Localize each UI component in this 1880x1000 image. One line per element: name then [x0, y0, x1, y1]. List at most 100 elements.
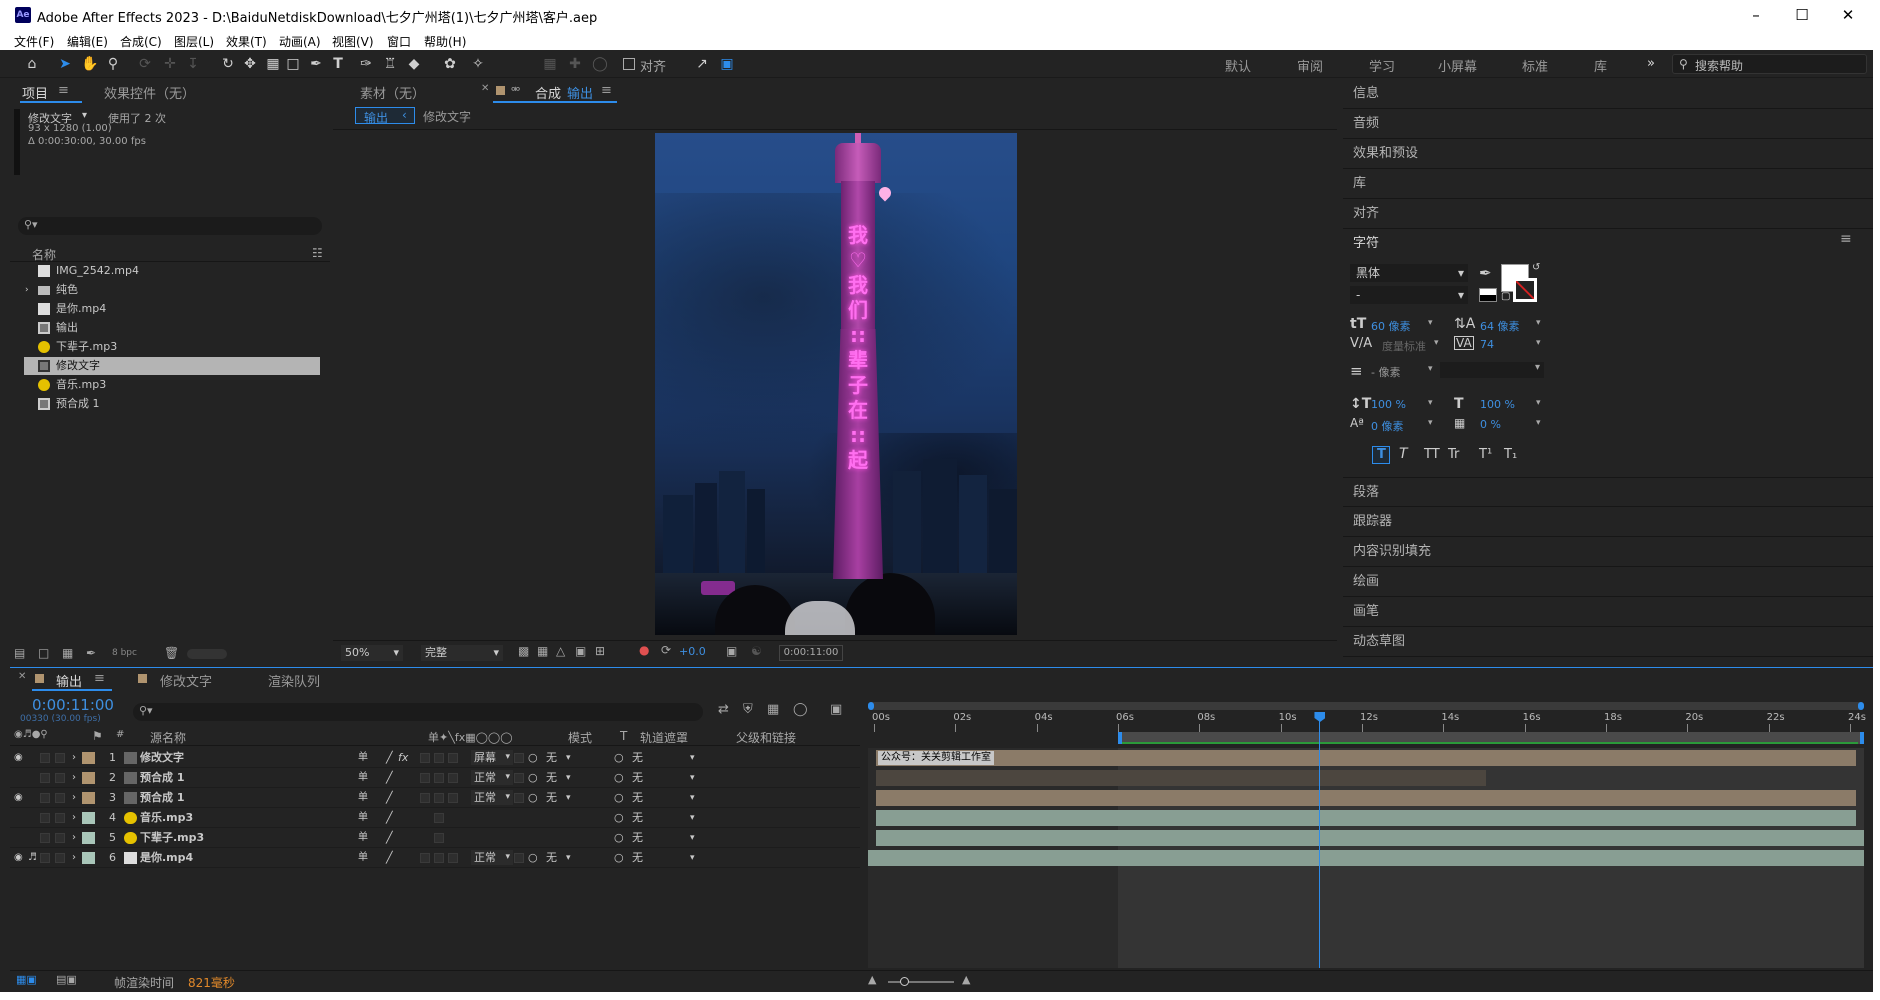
show-snapshot-icon[interactable]: ☯ [751, 644, 762, 658]
motion-blur-switch[interactable] [420, 773, 430, 783]
delete-icon[interactable]: 🗑 [164, 646, 179, 660]
shy-switch-icon[interactable]: 单 [358, 828, 368, 848]
info-dropdown-icon[interactable]: ▾ [82, 110, 87, 121]
transparency-grid-icon[interactable]: ▦ [537, 644, 548, 658]
list-item-selected[interactable]: 修改文字 [24, 357, 320, 375]
dolly-camera-icon[interactable]: ↧ [183, 54, 203, 74]
quality-switch-icon[interactable]: ╱ [386, 768, 393, 788]
track-matte-header[interactable]: 轨道遮罩 [640, 729, 688, 746]
parent-pickwhip-icon[interactable]: ○ [614, 828, 624, 848]
effects-presets-panel-header[interactable]: 效果和预设 [1343, 139, 1873, 169]
bpc-button[interactable]: 8 bpc [112, 648, 137, 658]
layer-row[interactable]: ◉ › 1 修改文字 单 ╱ fx 屏幕 ▾ ○ 无 ▾ ○ 无 ▾ [10, 748, 860, 768]
workspace-review[interactable]: 审阅 [1297, 56, 1323, 75]
solo-toggle[interactable] [40, 833, 50, 843]
layer-row[interactable]: ◉ ♬ › 6 是你.mp4 单 ╱ 正常 ▾ ○ 无 ▾ ○ 无 ▾ [10, 848, 860, 868]
lock-toggle[interactable] [55, 753, 65, 763]
home-icon[interactable]: ⌂ [22, 54, 42, 74]
shy-switch-icon[interactable]: 单 [358, 788, 368, 808]
motion-blur-switch[interactable] [420, 793, 430, 803]
layer-row[interactable]: › 5 下辈子.mp3 单 ╱ ○ 无 ▾ [10, 828, 860, 848]
layer-bar-5[interactable] [876, 830, 1864, 846]
preserve-transparency-toggle[interactable] [514, 853, 524, 863]
chevron-down-icon[interactable]: ▾ [1428, 364, 1433, 374]
snap-target-icon[interactable]: ▣ [717, 54, 737, 74]
horizontal-scale-value[interactable]: 100 % [1480, 398, 1515, 411]
faux-italic-button[interactable]: T [1399, 446, 1408, 462]
close-button[interactable]: ✕ [1825, 0, 1871, 30]
navigator-end-handle[interactable] [1858, 702, 1864, 710]
menu-help[interactable]: 帮助(H) [424, 33, 466, 50]
menu-layer[interactable]: 图层(L) [174, 33, 214, 50]
paint-panel-header[interactable]: 绘画 [1343, 567, 1873, 597]
chevron-down-icon[interactable]: ▾ [690, 748, 695, 768]
workspace-standard[interactable]: 标准 [1522, 56, 1548, 75]
help-search-input[interactable]: ⚲ 搜索帮助 [1672, 54, 1867, 74]
footage-tab[interactable]: 素材（无） [360, 83, 425, 102]
comp-tab-name[interactable]: 输出 [567, 83, 593, 102]
chevron-down-icon[interactable]: ▾ [1536, 318, 1541, 328]
snapshot-icon[interactable]: ▣ [726, 644, 737, 658]
adjustment-switch[interactable] [434, 753, 444, 763]
close-tab-icon[interactable]: ✕ [481, 83, 489, 94]
layer-label-color[interactable] [82, 792, 95, 804]
3d-layer-switch[interactable] [434, 833, 444, 843]
preview-image[interactable]: 我 ♡ 我 们 :: 辈 子 在 :: 起 [655, 133, 1017, 635]
visibility-eye-icon[interactable]: ◉ [14, 848, 23, 868]
character-menu-icon[interactable]: ≡ [1840, 231, 1852, 247]
project-tab[interactable]: 项目 [22, 83, 48, 102]
blend-mode-dropdown[interactable]: 正常 ▾ [471, 790, 513, 805]
parent-pickwhip-icon[interactable]: ○ [614, 788, 624, 808]
effect-controls-tab[interactable]: 效果控件（无） [104, 83, 195, 102]
menu-effect[interactable]: 效果(T) [226, 33, 267, 50]
fx-switch[interactable]: fx [398, 748, 408, 768]
timeline-track-area[interactable]: 公众号：关关剪辑工作室 [868, 748, 1864, 968]
layer-label-color[interactable] [82, 832, 95, 844]
chevron-down-icon[interactable]: ▾ [690, 828, 695, 848]
solo-toggle[interactable] [40, 813, 50, 823]
quality-switch-icon[interactable]: ╱ [386, 808, 393, 828]
timeline-tab-edit-text[interactable]: 修改文字 [160, 671, 212, 690]
libraries-panel-header[interactable]: 库 [1343, 169, 1873, 199]
chevron-down-icon[interactable]: ▾ [1434, 338, 1439, 348]
shy-switch-icon[interactable]: 单 [358, 748, 368, 768]
track-matte-value[interactable]: 无 [546, 848, 557, 868]
color-channels-icon[interactable]: ● [639, 643, 649, 657]
mask-visibility-icon[interactable]: △ [556, 644, 565, 658]
snap-options-icon[interactable]: ↗ [692, 54, 712, 74]
layer-label-color[interactable] [82, 852, 95, 864]
stroke-width-value[interactable]: - 像素 [1371, 364, 1400, 380]
zoom-slider-thumb[interactable] [900, 977, 909, 986]
name-column-header[interactable]: 名称 [32, 246, 56, 263]
list-item[interactable]: IMG_2542.mp4 [24, 262, 320, 280]
workspace-learn[interactable]: 学习 [1369, 56, 1395, 75]
project-search-input[interactable]: ⚲▾ [18, 217, 322, 235]
thumbnail-slider[interactable] [187, 649, 227, 659]
track-matte-value[interactable]: 无 [546, 788, 557, 808]
local-axis-icon[interactable]: ▦ [540, 54, 560, 74]
close-tab-icon[interactable]: ✕ [18, 671, 26, 682]
baseline-shift-value[interactable]: 0 像素 [1371, 418, 1404, 434]
chevron-right-icon[interactable]: › [72, 808, 76, 828]
project-menu-icon[interactable]: ≡ [58, 83, 69, 98]
spiral-matte-icon[interactable]: ○ [528, 848, 538, 868]
parent-value[interactable]: 无 [632, 808, 643, 828]
world-axis-icon[interactable]: ✚ [565, 54, 585, 74]
resolution-dropdown[interactable]: 完整 ▾ [421, 645, 503, 661]
chevron-right-icon[interactable]: › [25, 281, 29, 299]
time-ruler[interactable]: 00s 02s 04s 06s 08s 10s 12s 14s 16s 18s 20s 22s 24s [868, 712, 1866, 732]
quality-switch-icon[interactable]: ╱ [386, 848, 393, 868]
graph-editor-icon[interactable]: ▣ [830, 702, 842, 717]
spiral-matte-icon[interactable]: ○ [528, 748, 538, 768]
chevron-down-icon[interactable]: ▾ [566, 788, 571, 808]
no-fill-icon[interactable]: ▢ [1501, 291, 1510, 302]
layer-bar-6[interactable] [868, 850, 1864, 866]
eraser-tool-icon[interactable]: ◆ [404, 54, 424, 74]
workspace-more-button[interactable]: » [1647, 56, 1655, 71]
chevron-down-icon[interactable]: ▾ [690, 788, 695, 808]
maximize-button[interactable]: ☐ [1779, 0, 1825, 30]
blend-mode-dropdown[interactable]: 正常 ▾ [471, 770, 513, 785]
preserve-transparency-toggle[interactable] [514, 773, 524, 783]
breadcrumb-item[interactable]: 修改文字 [423, 108, 471, 125]
chevron-down-icon[interactable]: ▾ [1536, 338, 1541, 348]
